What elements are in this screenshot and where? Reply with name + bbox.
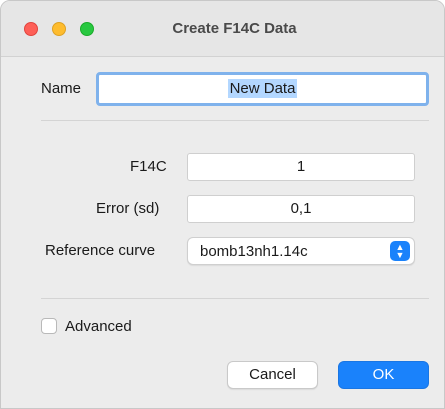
name-label: Name (41, 80, 82, 97)
reference-curve-value: bomb13nh1.14c (200, 243, 308, 260)
advanced-label: Advanced (65, 318, 132, 335)
dialog-window: Create F14C Data Name New Data F14C 1 Er… (0, 0, 445, 409)
f14c-input[interactable]: 1 (187, 153, 415, 181)
ok-button[interactable]: OK (338, 361, 429, 389)
separator-bottom (41, 298, 429, 299)
reference-curve-label: Reference curve (45, 242, 156, 259)
window-title: Create F14C Data (172, 20, 297, 37)
error-label: Error (sd) (96, 200, 160, 217)
title-bar: Create F14C Data (1, 1, 444, 57)
name-input[interactable]: New Data (96, 72, 429, 106)
name-input-value: New Data (227, 79, 298, 98)
updown-chevron-icon: ▲ ▼ (390, 241, 410, 261)
error-input[interactable]: 0,1 (187, 195, 415, 223)
cancel-button[interactable]: Cancel (227, 361, 318, 389)
reference-curve-select[interactable]: bomb13nh1.14c ▲ ▼ (187, 237, 415, 265)
f14c-label: F14C (130, 158, 167, 175)
advanced-checkbox[interactable] (41, 318, 57, 334)
separator-top (41, 120, 429, 121)
